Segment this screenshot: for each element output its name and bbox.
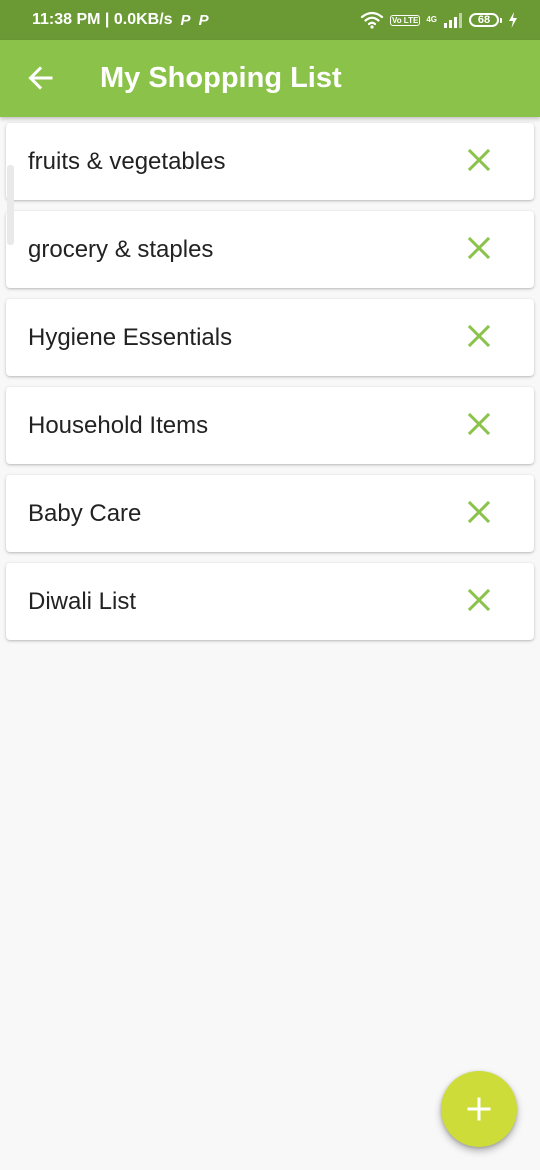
parking-notification-icon-2: P — [198, 11, 209, 29]
close-icon[interactable] — [466, 411, 492, 437]
close-icon[interactable] — [466, 323, 492, 349]
list-item[interactable]: Household Items — [6, 387, 534, 464]
battery-level: 68 — [469, 13, 499, 27]
list-item-label: grocery & staples — [28, 236, 214, 263]
close-icon[interactable] — [466, 235, 492, 261]
list-item-label: Diwali List — [28, 588, 137, 615]
list-item[interactable]: grocery & staples — [6, 211, 534, 288]
list-item-label: Household Items — [28, 412, 209, 439]
battery-icon: 68 — [469, 13, 502, 27]
list-item[interactable]: fruits & vegetables — [6, 123, 534, 200]
close-icon[interactable] — [466, 499, 492, 525]
network-type-label: 4G — [426, 15, 437, 24]
list-item[interactable]: Hygiene Essentials — [6, 299, 534, 376]
status-time-speed: 11:38 PM | 0.0KB/s — [32, 11, 173, 28]
charging-icon — [509, 12, 517, 28]
volte-icon: Vo LTE — [389, 14, 421, 26]
wifi-icon — [360, 11, 384, 29]
list-item-label: fruits & vegetables — [28, 148, 226, 175]
page-title: My Shopping List — [100, 62, 342, 94]
list-item-label: Hygiene Essentials — [28, 324, 233, 351]
status-bar: 11:38 PM | 0.0KB/s P P Vo LTE 4G 68 — [0, 0, 540, 40]
plus-icon — [467, 1097, 491, 1121]
close-icon[interactable] — [466, 587, 492, 613]
battery-tip — [500, 17, 502, 23]
status-left: 11:38 PM | 0.0KB/s P P — [32, 11, 209, 29]
app-bar: My Shopping List — [0, 40, 540, 117]
list-item[interactable]: Diwali List — [6, 563, 534, 640]
status-right: Vo LTE 4G 68 — [360, 11, 518, 29]
arrow-back-icon — [28, 66, 53, 90]
list-item[interactable]: Baby Care — [6, 475, 534, 552]
parking-notification-icon: P — [180, 11, 191, 29]
scroll-indicator — [7, 165, 14, 245]
signal-icon — [444, 13, 462, 28]
add-list-button[interactable] — [441, 1071, 517, 1147]
shopping-lists: fruits & vegetables grocery & staples Hy… — [0, 123, 540, 651]
list-item-label: Baby Care — [28, 500, 142, 527]
back-button[interactable] — [22, 60, 58, 96]
close-icon[interactable] — [466, 147, 492, 173]
